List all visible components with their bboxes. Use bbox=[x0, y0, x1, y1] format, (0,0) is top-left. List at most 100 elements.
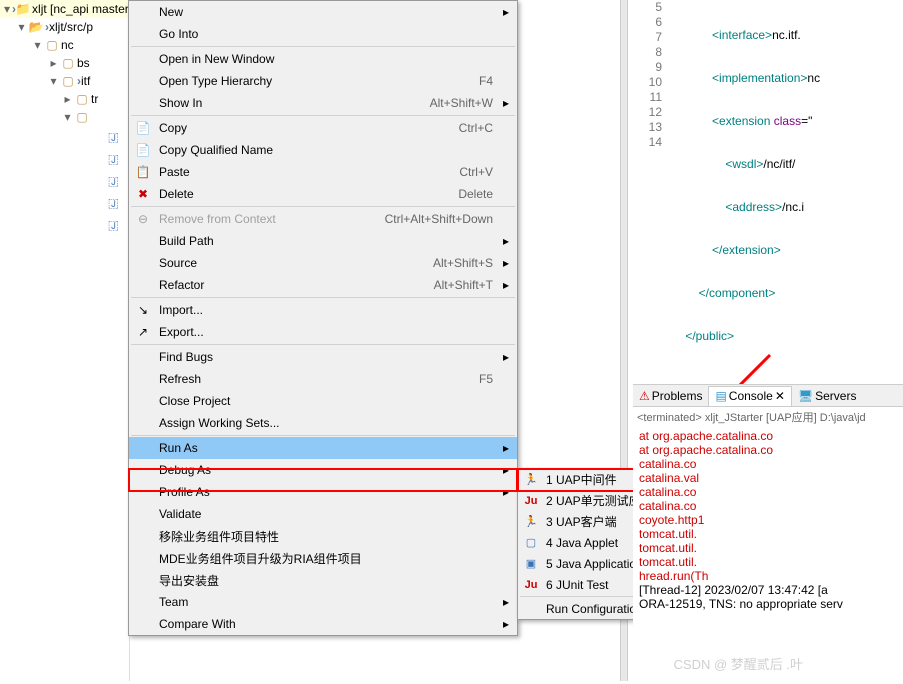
java-file-icon[interactable]: 🇯 bbox=[108, 218, 119, 240]
menu-refresh[interactable]: RefreshF5 bbox=[129, 368, 517, 390]
export-icon: ↗ bbox=[135, 324, 151, 340]
menu-find-bugs[interactable]: Find Bugs▸ bbox=[129, 346, 517, 368]
project-root[interactable]: ▾ › 📁 xljt [nc_api master] bbox=[0, 0, 129, 18]
line-number: 9 bbox=[628, 60, 662, 75]
line-number: 13 bbox=[628, 120, 662, 135]
menu-import[interactable]: ↘Import... bbox=[129, 299, 517, 321]
menu-separator bbox=[131, 206, 515, 207]
menu-separator bbox=[131, 297, 515, 298]
watermark: CSDN @ 梦醒贰后 .叶 bbox=[674, 654, 803, 673]
line-number: 11 bbox=[628, 90, 662, 105]
project-icon: 📁 bbox=[16, 2, 30, 16]
java-file-icon[interactable]: 🇯 bbox=[108, 174, 119, 196]
expand-icon[interactable]: ▾ bbox=[16, 22, 27, 33]
menu-copy-qualified[interactable]: 📄Copy Qualified Name bbox=[129, 139, 517, 161]
java-file-icon[interactable]: 🇯 bbox=[108, 196, 119, 218]
package-itf[interactable]: ▾ ▢ › itf bbox=[0, 72, 129, 90]
file-icon-column: 🇯 🇯 🇯 🇯 🇯 bbox=[108, 130, 119, 240]
menu-open-type-hierarchy[interactable]: Open Type HierarchyF4 bbox=[129, 70, 517, 92]
expand-icon[interactable]: ▾ bbox=[48, 76, 59, 87]
remove-icon: ⊖ bbox=[135, 211, 151, 227]
expand-icon[interactable]: ▾ bbox=[4, 4, 10, 15]
menu-open-new-window[interactable]: Open in New Window bbox=[129, 48, 517, 70]
line-number: 14 bbox=[628, 135, 662, 150]
menu-paste[interactable]: 📋PasteCtrl+V bbox=[129, 161, 517, 183]
context-menu: New▸ Go Into Open in New Window Open Typ… bbox=[128, 0, 518, 636]
menu-delete[interactable]: ✖DeleteDelete bbox=[129, 183, 517, 205]
menu-validate[interactable]: Validate bbox=[129, 503, 517, 525]
menu-debug-as[interactable]: Debug As▸ bbox=[129, 459, 517, 481]
menu-separator bbox=[131, 435, 515, 436]
copy-icon: 📄 bbox=[135, 120, 151, 136]
submenu-arrow-icon: ▸ bbox=[503, 595, 509, 609]
menu-team[interactable]: Team▸ bbox=[129, 591, 517, 613]
menu-refactor[interactable]: RefactorAlt+Shift+T▸ bbox=[129, 274, 517, 296]
package-bs[interactable]: ▸ ▢ bs bbox=[0, 54, 129, 72]
menu-separator bbox=[131, 46, 515, 47]
menu-export[interactable]: ↗Export... bbox=[129, 321, 517, 343]
package-nc[interactable]: ▾ ▢ nc bbox=[0, 36, 129, 54]
package-label: tr bbox=[91, 92, 98, 106]
package-explorer: ▾ › 📁 xljt [nc_api master] ▾ 📂 › xljt/sr… bbox=[0, 0, 130, 681]
java-file-icon[interactable]: 🇯 bbox=[108, 130, 119, 152]
line-number: 10 bbox=[628, 75, 662, 90]
package-label: nc bbox=[61, 38, 74, 52]
xml-editor[interactable]: 5 6 7 8 9 10 11 12 13 14 <interface>nc.i… bbox=[628, 0, 903, 380]
line-number: 12 bbox=[628, 105, 662, 120]
menu-go-into[interactable]: Go Into bbox=[129, 23, 517, 45]
menu-run-as[interactable]: Run As▸ bbox=[129, 437, 517, 459]
servers-icon: 🖥 bbox=[798, 389, 813, 403]
line-gutter: 5 6 7 8 9 10 11 12 13 14 bbox=[628, 0, 668, 150]
run-icon: 🏃 bbox=[523, 472, 539, 488]
submenu-arrow-icon: ▸ bbox=[503, 234, 509, 248]
package-icon: ▢ bbox=[61, 74, 75, 88]
expand-icon[interactable]: ▸ bbox=[62, 94, 73, 105]
tab-console[interactable]: ▤Console ✕ bbox=[708, 386, 791, 406]
menu-copy[interactable]: 📄CopyCtrl+C bbox=[129, 117, 517, 139]
menu-mde-biz[interactable]: MDE业务组件项目升级为RIA组件项目 bbox=[129, 547, 517, 569]
submenu-arrow-icon: ▸ bbox=[503, 5, 509, 19]
src-folder[interactable]: ▾ 📂 › xljt/src/p bbox=[0, 18, 129, 36]
delete-icon: ✖ bbox=[135, 186, 151, 202]
menu-separator bbox=[131, 115, 515, 116]
package-tr[interactable]: ▸ ▢ tr bbox=[0, 90, 129, 108]
menu-build-path[interactable]: Build Path▸ bbox=[129, 230, 517, 252]
selected-package[interactable]: ▾ ▢ bbox=[0, 108, 129, 126]
menu-show-in[interactable]: Show InAlt+Shift+W▸ bbox=[129, 92, 517, 114]
menu-profile-as[interactable]: Profile As▸ bbox=[129, 481, 517, 503]
menu-export-install[interactable]: 导出安装盘 bbox=[129, 569, 517, 591]
import-icon: ↘ bbox=[135, 302, 151, 318]
menu-assign-working-sets[interactable]: Assign Working Sets... bbox=[129, 412, 517, 434]
tab-servers[interactable]: 🖥Servers bbox=[792, 386, 863, 406]
menu-separator bbox=[131, 344, 515, 345]
submenu-arrow-icon: ▸ bbox=[503, 96, 509, 110]
package-label: bs bbox=[77, 56, 90, 70]
menu-source[interactable]: SourceAlt+Shift+S▸ bbox=[129, 252, 517, 274]
console-output[interactable]: at org.apache.catalina.co at org.apache.… bbox=[633, 427, 903, 613]
copy-icon: 📄 bbox=[135, 142, 151, 158]
menu-close-project[interactable]: Close Project bbox=[129, 390, 517, 412]
submenu-arrow-icon: ▸ bbox=[503, 617, 509, 631]
console-tab-bar: ⚠Problems ▤Console ✕ 🖥Servers bbox=[633, 385, 903, 407]
expand-icon[interactable]: ▾ bbox=[62, 112, 73, 123]
menu-new[interactable]: New▸ bbox=[129, 1, 517, 23]
package-label: itf bbox=[81, 74, 90, 88]
junit-icon: Ju bbox=[523, 577, 539, 593]
console-icon: ▤ bbox=[715, 389, 726, 403]
submenu-arrow-icon: ▸ bbox=[503, 350, 509, 364]
menu-compare-with[interactable]: Compare With▸ bbox=[129, 613, 517, 635]
submenu-arrow-icon: ▸ bbox=[503, 441, 509, 455]
src-label: xljt/src/p bbox=[49, 20, 93, 34]
tab-problems[interactable]: ⚠Problems bbox=[633, 386, 708, 406]
console-view: ⚠Problems ▤Console ✕ 🖥Servers <terminate… bbox=[633, 384, 903, 684]
line-number: 8 bbox=[628, 45, 662, 60]
java-app-icon: ▣ bbox=[523, 556, 539, 572]
java-file-icon[interactable]: 🇯 bbox=[108, 152, 119, 174]
package-icon: ▢ bbox=[75, 110, 89, 124]
expand-icon[interactable]: ▸ bbox=[48, 58, 59, 69]
menu-remove-biz[interactable]: 移除业务组件项目特性 bbox=[129, 525, 517, 547]
src-icon: 📂 bbox=[29, 20, 43, 34]
submenu-arrow-icon: ▸ bbox=[503, 278, 509, 292]
line-number: 6 bbox=[628, 15, 662, 30]
expand-icon[interactable]: ▾ bbox=[32, 40, 43, 51]
